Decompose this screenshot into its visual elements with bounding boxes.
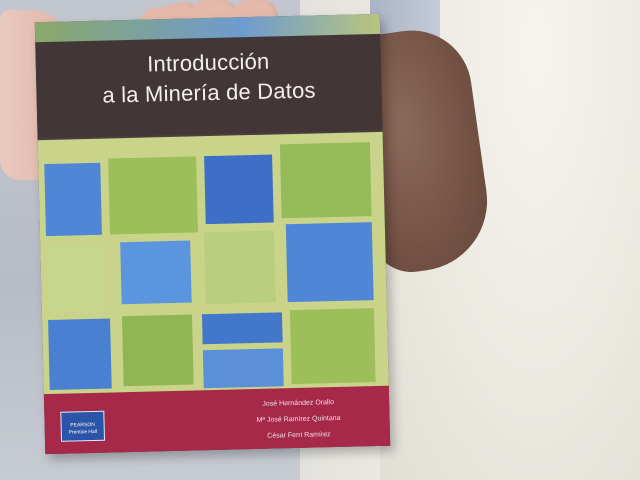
background-scene: Introducción a la Minería de Datos PEARS… [0,0,640,480]
mosaic-tile [121,314,194,387]
cover-mosaic [37,131,389,396]
book-cover: Introducción a la Minería de Datos PEARS… [34,13,391,455]
mosaic-tile [279,142,372,219]
publisher-logo: PEARSON Prentice Hall [60,410,106,442]
mosaic-tile [289,308,376,385]
mosaic-tile [120,240,192,305]
mosaic-tile [44,162,102,237]
cover-footer: PEARSON Prentice Hall José Hernández Ora… [43,385,391,455]
mosaic-tile [203,230,276,305]
mosaic-tile [201,312,283,345]
mosaic-tile [202,348,284,389]
book-title: Introducción a la Minería de Datos [36,44,382,112]
publisher-logo-text: PEARSON Prentice Hall [68,421,98,436]
mosaic-tile [204,154,274,225]
mosaic-tile [48,318,112,391]
mosaic-tile [108,156,198,235]
mosaic-tile [46,244,104,311]
author-name: César Ferri Ramírez [267,431,331,440]
author-list: José Hernández Orallo Mª José Ramírez Qu… [223,394,374,446]
mosaic-tile [285,222,374,303]
